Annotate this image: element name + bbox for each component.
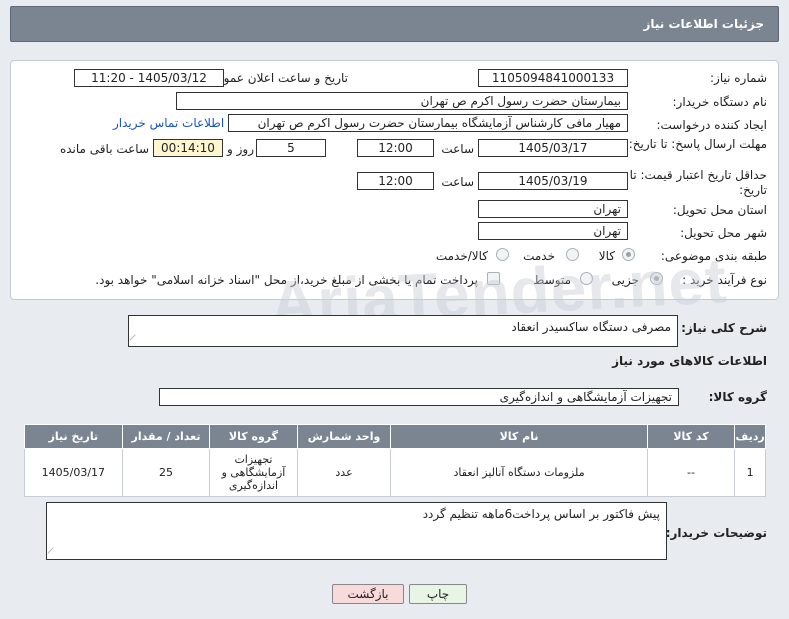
cell-unit: عدد xyxy=(296,448,392,497)
province-label: استان محل تحویل: xyxy=(672,203,767,217)
cell-group: تجهیزات آزمایشگاهی و اندازه‌گیری xyxy=(209,448,298,497)
col-row: ردیف xyxy=(734,424,766,449)
announce-datetime-field: 1405/03/12 - 11:20 xyxy=(74,69,224,87)
print-button[interactable]: چاپ xyxy=(409,584,467,604)
buyer-notes-text: پیش فاکتور بر اساس پرداخت6ماهه تنظیم گرد… xyxy=(422,507,660,521)
col-name: نام کالا xyxy=(390,424,648,449)
header-bar: جزئیات اطلاعات نیاز xyxy=(10,6,779,42)
page-title: جزئیات اطلاعات نیاز xyxy=(643,17,764,31)
process-radio-medium[interactable] xyxy=(580,272,593,285)
back-button[interactable]: بازگشت xyxy=(332,584,404,604)
cell-qty: 25 xyxy=(121,448,211,497)
days-label: روز و xyxy=(227,142,254,156)
process-option-minor: جزیی xyxy=(611,273,639,287)
items-table: ردیف کد کالا نام کالا واحد شمارش گروه کا… xyxy=(24,424,766,497)
remaining-time-label: ساعت باقی مانده xyxy=(59,142,149,156)
col-date: تاریخ نیاز xyxy=(24,424,123,449)
creator-label: ایجاد کننده درخواست: xyxy=(656,118,767,132)
price-valid-time-field: 12:00 xyxy=(357,172,434,190)
process-label: نوع فرآیند خرید : xyxy=(682,273,767,287)
buyer-org-field: بیمارستان حضرت رسول اکرم ص تهران xyxy=(176,92,628,110)
category-label: طبقه بندی موضوعی: xyxy=(660,249,767,263)
category-radio-goods-service[interactable] xyxy=(496,248,509,261)
days-field: 5 xyxy=(256,139,326,157)
category-radio-goods[interactable] xyxy=(622,248,635,261)
goods-section-title: اطلاعات کالاهای مورد نیاز xyxy=(612,354,767,368)
buyer-contact-link[interactable]: اطلاعات تماس خریدار xyxy=(113,116,224,130)
buyer-org-label: نام دستگاه خریدار: xyxy=(672,95,768,109)
remaining-time-field: 00:14:10 xyxy=(153,139,223,157)
buyer-notes-label: توضیحات خریدار: xyxy=(665,526,767,540)
need-number-field: 1105094841000133 xyxy=(478,69,628,87)
col-unit: واحد شمارش xyxy=(296,424,392,449)
category-option-service: خدمت xyxy=(523,249,555,263)
summary-textarea[interactable]: مصرفی دستگاه ساکسیدر انعقاد xyxy=(128,315,678,347)
reply-date-field: 1405/03/17 xyxy=(478,139,628,157)
cell-row: 1 xyxy=(734,448,766,497)
creator-field: مهیار مافی کارشناس آزمایشگاه بیمارستان ح… xyxy=(228,114,628,132)
col-qty: تعداد / مقدار xyxy=(121,424,211,449)
reply-deadline-label: مهلت ارسال پاسخ: تا تاریخ: xyxy=(628,137,767,151)
cell-name: ملزومات دستگاه آنالیز انعقاد xyxy=(390,448,648,497)
category-option-goods: کالا xyxy=(598,249,615,263)
reply-time-field: 12:00 xyxy=(357,139,434,157)
price-valid-time-label: ساعت xyxy=(441,175,474,189)
goods-group-label: گروه کالا: xyxy=(708,390,767,404)
city-label: شهر محل تحویل: xyxy=(680,226,767,240)
payment-note: پرداخت تمام یا بخشی از مبلغ خرید،از محل … xyxy=(95,273,478,287)
reply-time-label: ساعت xyxy=(441,142,474,156)
resize-grip-icon xyxy=(47,547,59,559)
process-option-medium: متوسط xyxy=(533,273,571,287)
col-group: گروه کالا xyxy=(209,424,298,449)
category-option-goods-service: کالا/خدمت xyxy=(435,249,488,263)
summary-text: مصرفی دستگاه ساکسیدر انعقاد xyxy=(511,320,671,334)
category-radio-service[interactable] xyxy=(566,248,579,261)
announce-label: تاریخ و ساعت اعلان عمومی: xyxy=(203,71,348,85)
buyer-notes-textarea[interactable]: پیش فاکتور بر اساس پرداخت6ماهه تنظیم گرد… xyxy=(46,502,667,560)
need-number-label: شماره نیاز: xyxy=(710,71,767,85)
summary-label: شرح کلی نیاز: xyxy=(681,321,767,335)
page: { "header": { "title": "جزئیات اطلاعات ن… xyxy=(0,0,789,619)
table-row[interactable]: 1 -- ملزومات دستگاه آنالیز انعقاد عدد تج… xyxy=(24,448,766,497)
province-field: تهران xyxy=(478,200,628,218)
price-valid-date-field: 1405/03/19 xyxy=(478,172,628,190)
col-code: کد کالا xyxy=(646,424,736,449)
city-field: تهران xyxy=(478,222,628,240)
process-radio-minor[interactable] xyxy=(650,272,663,285)
cell-code: -- xyxy=(646,448,736,497)
goods-group-field: تجهیزات آزمایشگاهی و اندازه‌گیری xyxy=(159,388,679,406)
table-header-row: ردیف کد کالا نام کالا واحد شمارش گروه کا… xyxy=(24,424,766,449)
cell-date: 1405/03/17 xyxy=(24,448,123,497)
price-valid-label: حداقل تاریخ اعتبار قیمت: تا تاریخ: xyxy=(629,168,767,197)
treasury-payment-checkbox[interactable] xyxy=(487,272,500,285)
resize-grip-icon xyxy=(129,334,141,346)
